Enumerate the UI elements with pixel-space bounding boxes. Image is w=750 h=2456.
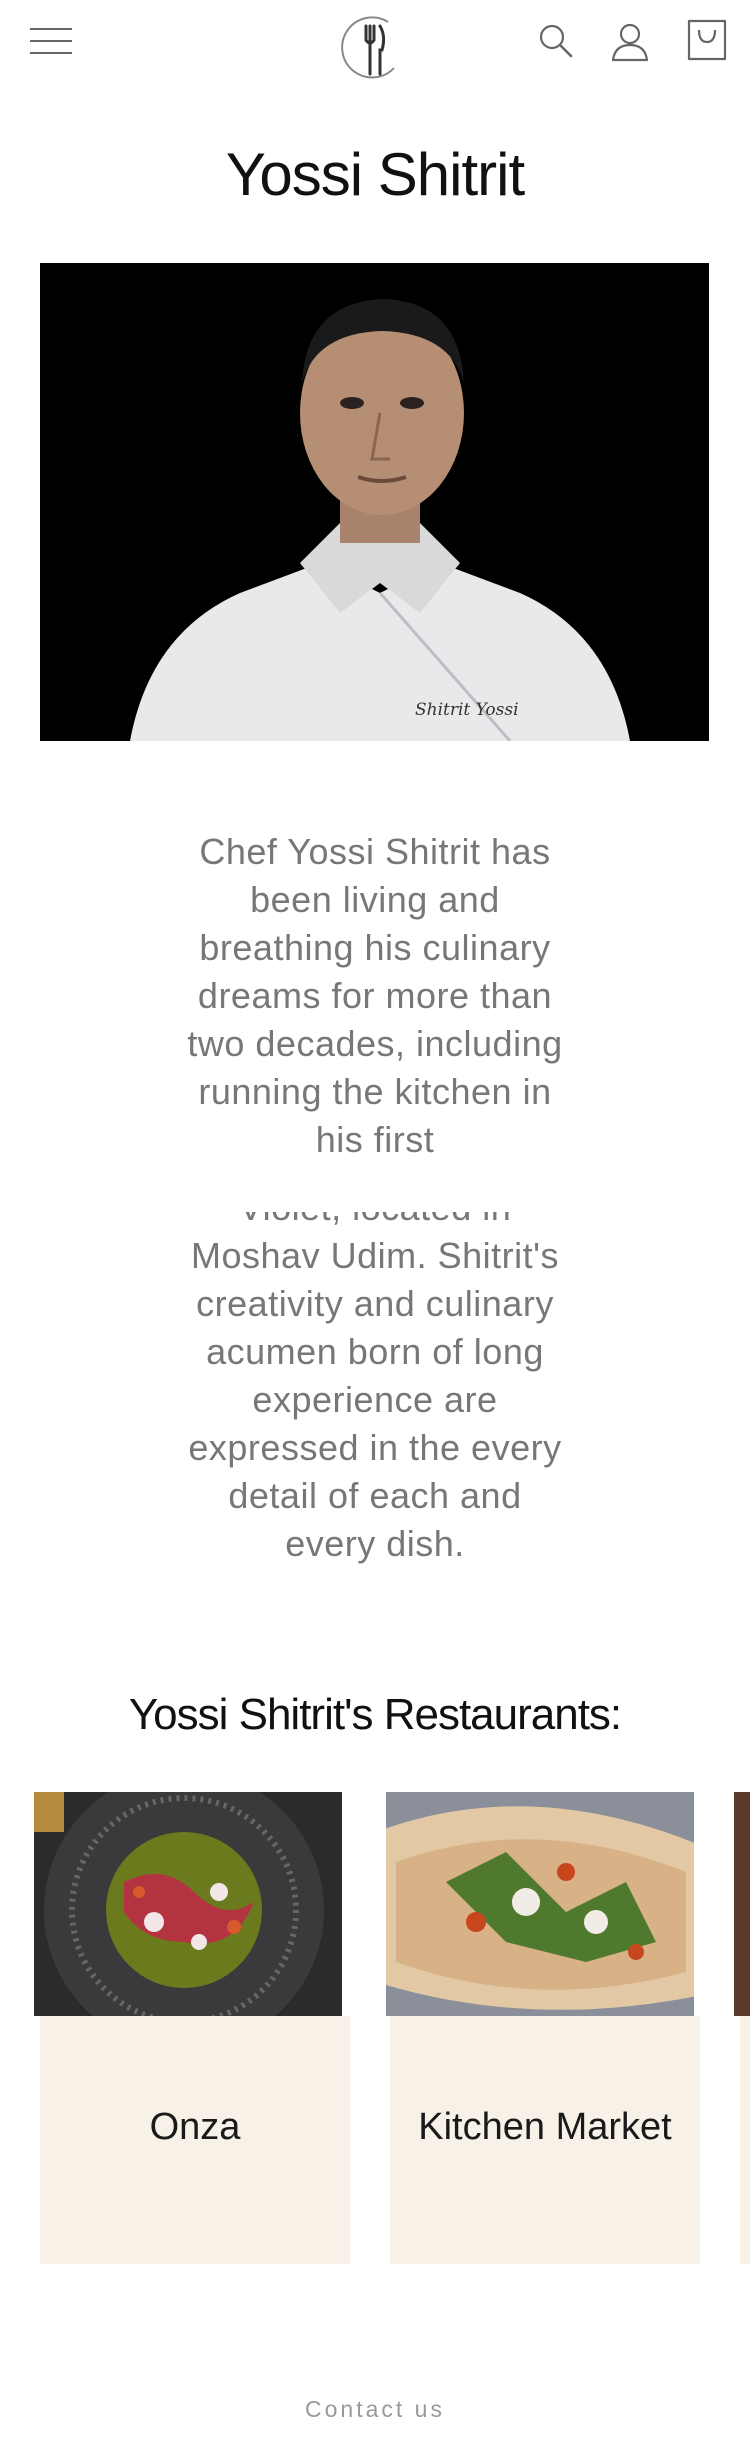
chef-bio-first: Chef Yossi Shitrit has been living and b…	[180, 828, 570, 1212]
restaurant-card-image-kitchen-market[interactable]	[386, 1792, 694, 2016]
restaurant-card-partial[interactable]	[740, 2016, 750, 2264]
restaurant-card-kitchen-market[interactable]: Kitchen Market	[390, 2016, 700, 2264]
jacket-embroidery: Shitrit Yossi	[415, 700, 519, 720]
shopping-bag-icon[interactable]	[686, 18, 728, 62]
menu-icon[interactable]	[30, 24, 72, 58]
restaurant-name: Onza	[149, 2106, 241, 2148]
fork-knife-logo-icon[interactable]	[336, 10, 408, 82]
restaurants-heading: Yossi Shitrit's Restaurants:	[128, 1690, 622, 1739]
page-title: Yossi Shitrit	[225, 141, 525, 208]
restaurant-card-image-onza[interactable]	[34, 1792, 342, 2016]
restaurant-card-image-partial[interactable]	[734, 1792, 750, 2016]
chef-bio-second: Violet, located in Moshav Udim. Shitrit'…	[188, 1187, 562, 1564]
site-header	[0, 0, 750, 90]
search-icon[interactable]	[536, 20, 576, 60]
contact-link[interactable]: Contact us	[0, 2396, 750, 2423]
restaurant-card-onza[interactable]: Onza	[40, 2016, 350, 2264]
chef-portrait: Shitrit Yossi	[40, 263, 709, 741]
restaurant-name: Kitchen Market	[418, 2106, 672, 2148]
user-icon[interactable]	[608, 20, 652, 64]
